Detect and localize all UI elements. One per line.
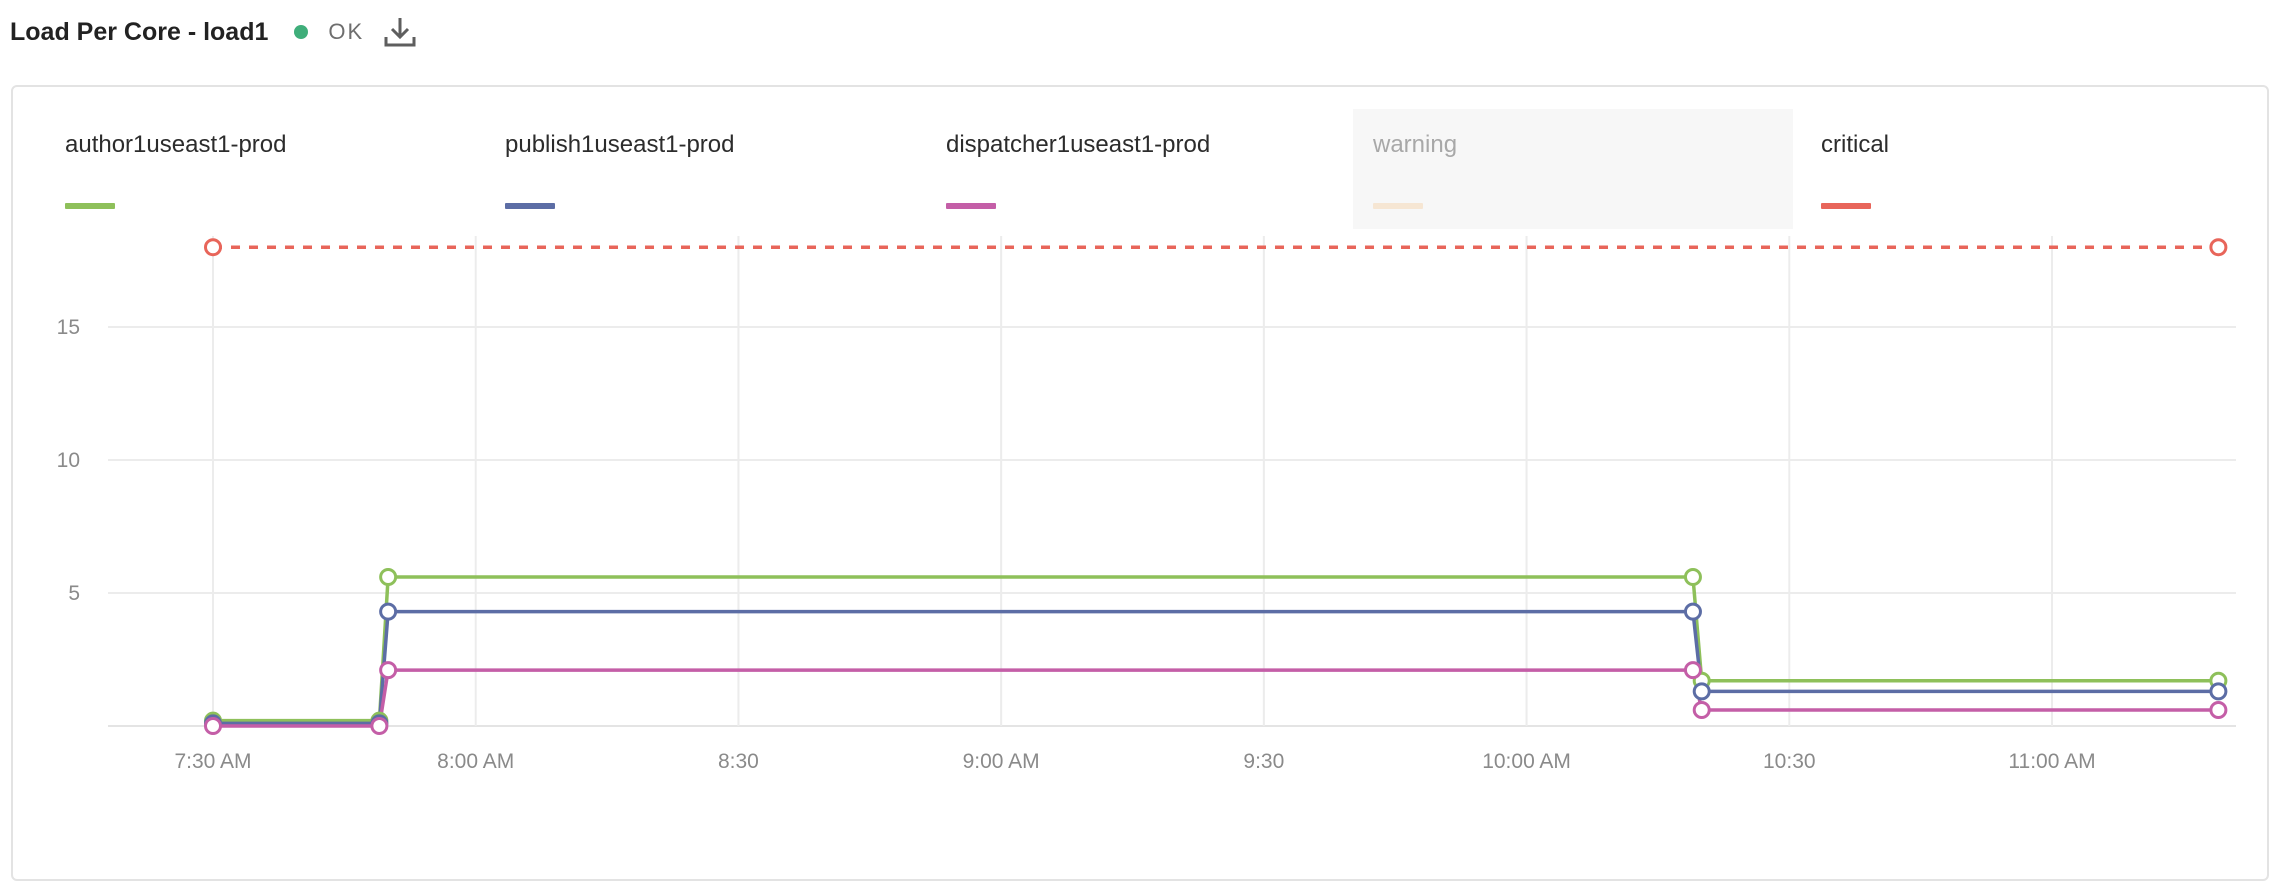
series-line-publish1useast1-prod (213, 609, 2219, 726)
x-tick-label: 10:30 (1763, 750, 1816, 773)
series-point-dispatcher1useast1-prod (379, 661, 398, 680)
x-tick-label: 9:00 AM (963, 750, 1040, 773)
series-point-dispatcher1useast1-prod (2209, 701, 2228, 720)
series-point-critical (204, 238, 222, 257)
series-line-author1useast1-prod (213, 575, 2219, 723)
y-tick-label: 10 (57, 449, 80, 472)
series-point-author1useast1-prod (1683, 568, 1702, 587)
series-point-dispatcher1useast1-prod (204, 717, 222, 735)
x-tick-label: 9:30 (1243, 750, 1284, 773)
line-chart: 5 10 15 7:30 AM 8:00 AM 8:30 9:00 AM 9:30 10:00 … (57, 236, 2236, 773)
series-point-publish1useast1-prod (379, 602, 398, 621)
x-tick-label: 10:00 AM (1482, 750, 1571, 773)
x-tick-label: 11:00 AM (2008, 750, 2095, 773)
y-tick-label: 15 (57, 316, 80, 339)
series-point-dispatcher1useast1-prod (1683, 661, 1702, 680)
series-point-critical (2209, 238, 2228, 257)
series-point-author1useast1-prod (379, 568, 398, 587)
series-point-dispatcher1useast1-prod (370, 717, 389, 735)
x-tick-label: 7:30 AM (174, 750, 251, 773)
series-point-dispatcher1useast1-prod (1692, 701, 1711, 720)
series-point-publish1useast1-prod (2209, 682, 2228, 701)
series-line-dispatcher1useast1-prod (213, 668, 2219, 728)
x-tick-label: 8:30 (718, 750, 759, 773)
series-point-publish1useast1-prod (1692, 682, 1711, 701)
x-tick-label: 8:00 AM (437, 750, 514, 773)
y-tick-label: 5 (68, 582, 80, 605)
series-point-publish1useast1-prod (1683, 602, 1702, 621)
